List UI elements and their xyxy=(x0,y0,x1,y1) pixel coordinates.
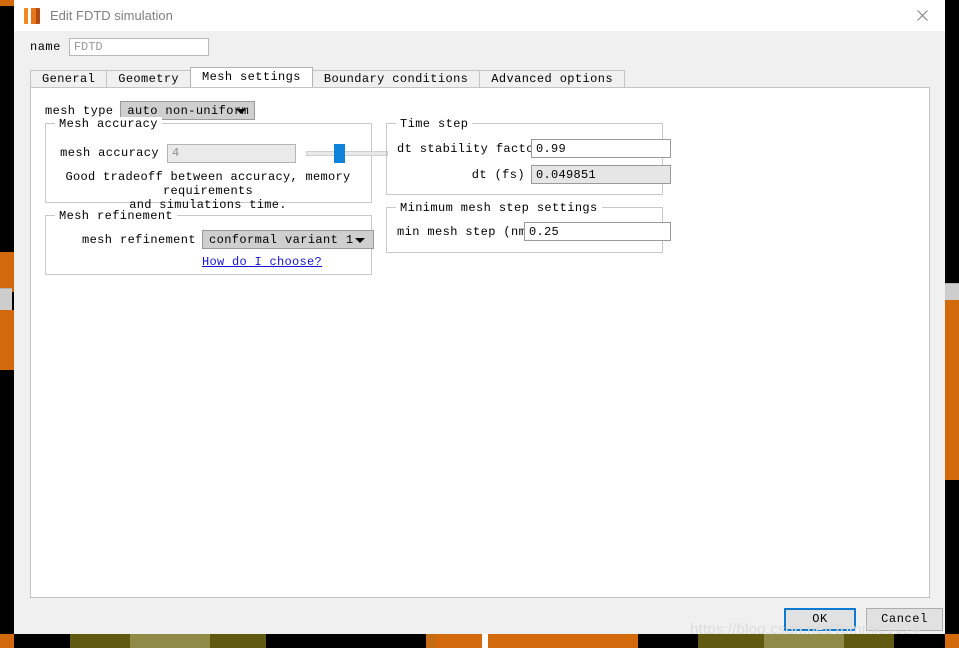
name-input[interactable] xyxy=(68,38,209,56)
bottom-segment-l xyxy=(698,634,764,648)
mesh-accuracy-helper: Good tradeoff between accuracy, memory r… xyxy=(58,170,358,212)
mesh-accuracy-row: mesh accuracy xyxy=(59,143,388,163)
cancel-button[interactable]: Cancel xyxy=(866,608,943,631)
mesh-accuracy-helper-line1: Good tradeoff between accuracy, memory r… xyxy=(65,170,351,198)
bottom-segment-m xyxy=(764,634,844,648)
screen-root: Edit FDTD simulation name General Geomet… xyxy=(0,0,959,648)
mesh-type-value: auto non-uniform xyxy=(127,103,250,118)
dialog-title: Edit FDTD simulation xyxy=(50,8,173,23)
mesh-accuracy-input[interactable] xyxy=(167,143,296,163)
tab-mesh-settings[interactable]: Mesh settings xyxy=(190,67,313,87)
dt-row: dt (fs) xyxy=(397,165,671,184)
desktop-bottom-band xyxy=(0,634,959,648)
mesh-refinement-group-title: Mesh refinement xyxy=(55,209,178,223)
how-do-i-choose-link[interactable]: How do I choose? xyxy=(202,255,322,269)
mesh-accuracy-group: Mesh accuracy mesh accuracy Good tradeof… xyxy=(45,117,388,212)
chevron-down-icon xyxy=(355,237,365,243)
bottom-segment-e xyxy=(210,634,266,648)
name-row: name xyxy=(14,38,209,56)
desktop-left-orange-upper xyxy=(0,252,14,292)
bottom-segment-k xyxy=(638,634,698,648)
slider-thumb[interactable] xyxy=(334,144,345,163)
min-mesh-step-row: min mesh step (nm) xyxy=(397,222,671,241)
edit-fdtd-simulation-dialog: Edit FDTD simulation name General Geomet… xyxy=(14,0,945,638)
tab-boundary-conditions[interactable]: Boundary conditions xyxy=(311,70,481,87)
time-step-group-title: Time step xyxy=(396,117,473,131)
mesh-accuracy-slider[interactable] xyxy=(306,143,388,163)
mesh-refinement-select[interactable]: conformal variant 1 xyxy=(202,230,374,249)
slider-track xyxy=(306,151,388,156)
bottom-segment-p xyxy=(945,634,959,648)
mesh-accuracy-label: mesh accuracy xyxy=(60,146,159,160)
desktop-left-orange-lower xyxy=(0,310,14,370)
dt-stability-factor-row: dt stability factor xyxy=(397,139,671,158)
close-icon[interactable] xyxy=(900,0,945,31)
bottom-segment-g xyxy=(426,634,436,648)
dt-input[interactable] xyxy=(531,165,671,184)
min-mesh-step-label: min mesh step (nm) xyxy=(397,224,534,239)
mesh-settings-panel: mesh type auto non-uniform Mesh accuracy… xyxy=(30,87,930,598)
bottom-segment-f xyxy=(266,634,426,648)
mesh-refinement-value: conformal variant 1 xyxy=(209,232,354,247)
bottom-segment-h xyxy=(436,634,482,648)
ok-button[interactable]: OK xyxy=(784,608,856,631)
tab-geometry[interactable]: Geometry xyxy=(106,70,192,87)
bottom-segment-b xyxy=(14,634,70,648)
min-mesh-step-input[interactable] xyxy=(524,222,671,241)
desktop-right-orange xyxy=(945,300,959,480)
name-label: name xyxy=(30,40,61,54)
bottom-segment-j xyxy=(488,634,638,648)
mesh-accuracy-group-title: Mesh accuracy xyxy=(55,117,162,131)
tab-general[interactable]: General xyxy=(30,70,108,87)
mesh-type-label: mesh type xyxy=(45,103,114,118)
bottom-segment-d xyxy=(130,634,210,648)
bottom-segment-n xyxy=(844,634,894,648)
dt-stability-factor-input[interactable] xyxy=(531,139,671,158)
min-mesh-step-group: Minimum mesh step settings min mesh step… xyxy=(386,201,671,253)
min-mesh-step-group-title: Minimum mesh step settings xyxy=(396,201,602,215)
lumerical-app-icon xyxy=(24,7,40,24)
mesh-refinement-label: mesh refinement xyxy=(81,232,196,247)
bottom-segment-a xyxy=(0,634,14,648)
dialog-titlebar: Edit FDTD simulation xyxy=(14,0,945,31)
dt-label: dt (fs) xyxy=(471,167,525,182)
mesh-refinement-group: Mesh refinement mesh refinement conforma… xyxy=(45,209,374,275)
tab-strip: General Geometry Mesh settings Boundary … xyxy=(30,67,930,87)
tab-advanced-options[interactable]: Advanced options xyxy=(479,70,625,87)
chevron-down-icon xyxy=(236,108,247,114)
time-step-group: Time step dt stability factor dt (fs) xyxy=(386,117,671,195)
mesh-refinement-row: mesh refinement conformal variant 1 xyxy=(56,230,374,249)
dt-stability-factor-label: dt stability factor xyxy=(397,141,542,156)
bottom-segment-c xyxy=(70,634,130,648)
bottom-segment-o xyxy=(894,634,945,648)
